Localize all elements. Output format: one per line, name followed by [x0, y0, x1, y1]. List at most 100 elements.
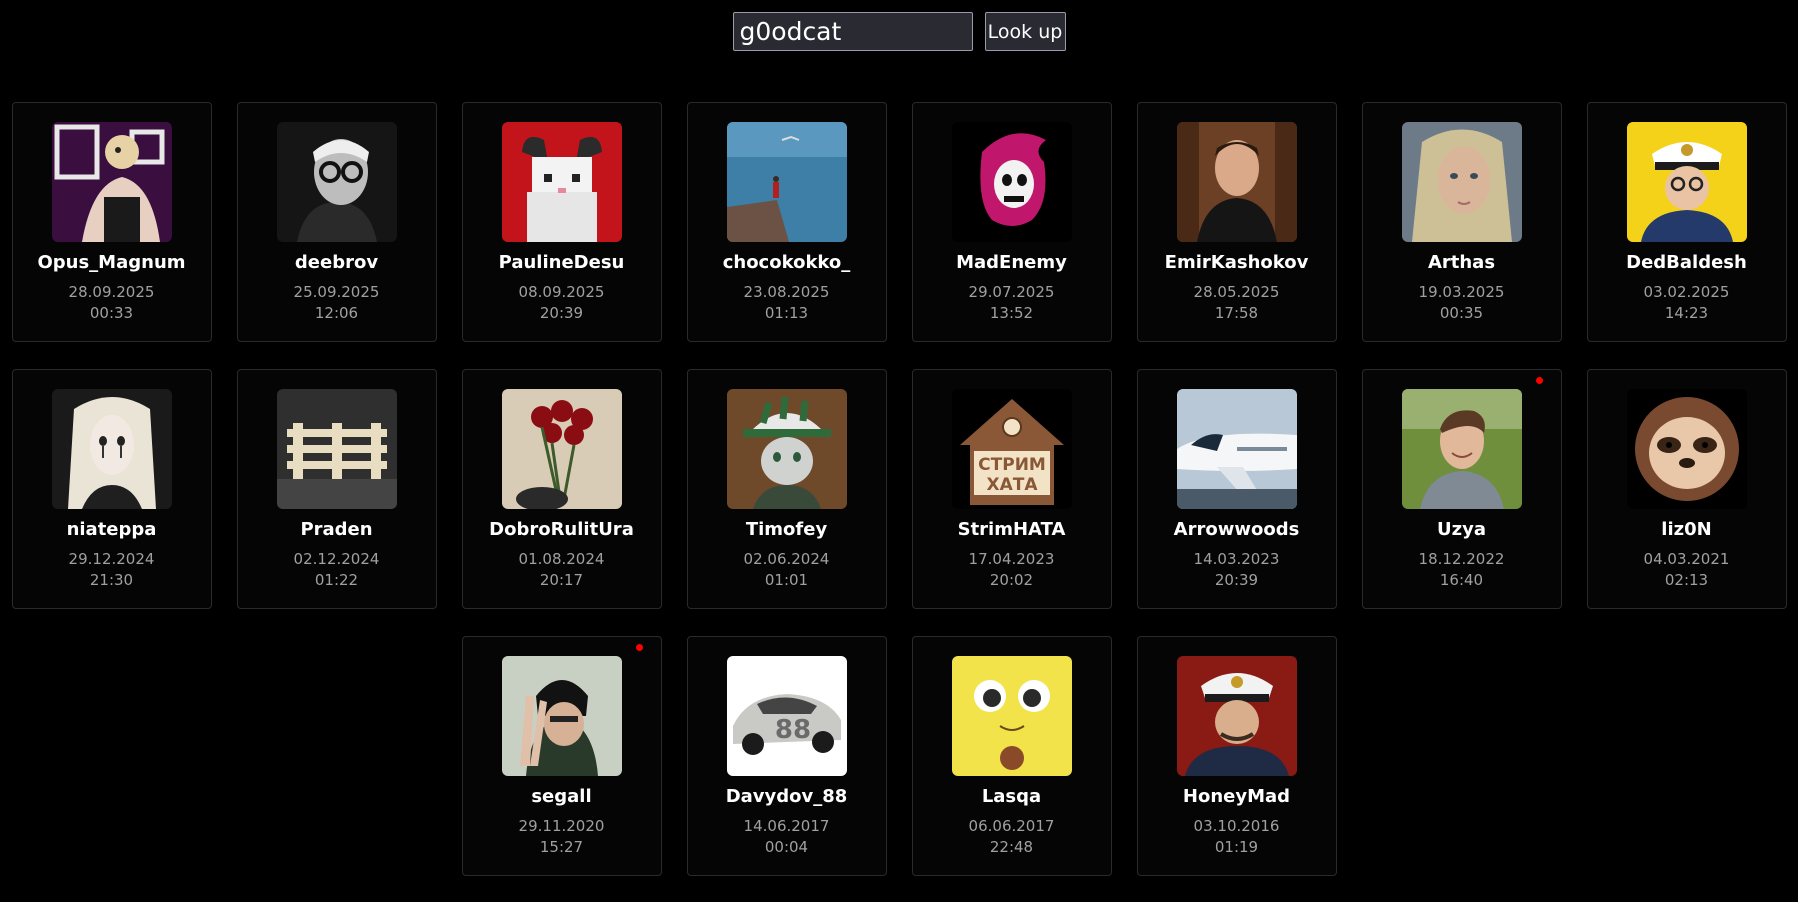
channel-card[interactable]: Arthas 19.03.2025 00:35	[1361, 102, 1562, 342]
channel-username: segall	[531, 786, 592, 807]
channel-time: 22:48	[989, 838, 1034, 856]
channel-time: 16:40	[1439, 571, 1484, 589]
channel-card[interactable]: DedBaldesh 03.02.2025 14:23	[1586, 102, 1787, 342]
pink-skull-avatar	[951, 122, 1072, 242]
channel-date: 03.02.2025	[1643, 283, 1730, 301]
pixel-sloth-avatar	[1626, 389, 1747, 509]
channel-card[interactable]: СТРИМ ХАТА StrimHATA 17.04.2023 20:02	[911, 369, 1112, 609]
channel-date: 28.05.2025	[1193, 283, 1280, 301]
anime-character-avatar	[51, 122, 172, 242]
channel-date: 28.09.2025	[68, 283, 155, 301]
peace-sign-man-avatar	[501, 656, 622, 776]
sea-cliff-avatar	[726, 122, 847, 242]
channel-username: DedBaldesh	[1626, 252, 1747, 273]
channel-username: StrimHATA	[957, 519, 1066, 540]
channel-date: 17.04.2023	[968, 550, 1055, 568]
red-roses-avatar	[501, 389, 622, 509]
channel-time: 00:35	[1439, 304, 1484, 322]
channel-date: 19.03.2025	[1418, 283, 1505, 301]
search-input[interactable]	[732, 12, 973, 51]
bw-portrait-glasses-avatar	[276, 122, 397, 242]
channel-time: 01:22	[314, 571, 359, 589]
channel-date: 08.09.2025	[518, 283, 605, 301]
channel-grid: Opus_Magnum 28.09.2025 00:33 deebrov 25.09.2…	[0, 102, 1798, 876]
svg-text:ХАТА: ХАТА	[986, 475, 1038, 495]
channel-card[interactable]: Uzya 18.12.2022 16:40	[1361, 369, 1562, 609]
channel-username: niateppa	[66, 519, 157, 540]
channel-username: Davydov_88	[725, 786, 848, 807]
smiling-man-avatar	[1401, 389, 1522, 509]
channel-time: 01:19	[1214, 838, 1259, 856]
channel-time: 21:30	[89, 571, 134, 589]
channel-username: EmirKashokov	[1164, 252, 1309, 273]
channel-card[interactable]: HoneyMad 03.10.2016 01:19	[1136, 636, 1337, 876]
pale-girl-avatar	[51, 389, 172, 509]
channel-card[interactable]: Timofey 02.06.2024 01:01	[686, 369, 887, 609]
channel-time: 00:33	[89, 304, 134, 322]
channel-card[interactable]: MadEnemy 29.07.2025 13:52	[911, 102, 1112, 342]
channel-card[interactable]: DobroRulitUra 01.08.2024 20:17	[461, 369, 662, 609]
channel-username: MadEnemy	[956, 252, 1067, 273]
channel-time: 13:52	[989, 304, 1034, 322]
channel-card[interactable]: segall 29.11.2020 15:27	[461, 636, 662, 876]
channel-username: Arrowwoods	[1173, 519, 1300, 540]
channel-time: 20:39	[1214, 571, 1259, 589]
channel-date: 04.03.2021	[1643, 550, 1730, 568]
channel-time: 20:39	[539, 304, 584, 322]
channel-card[interactable]: chocokokko_ 23.08.2025 01:13	[686, 102, 887, 342]
channel-date: 14.03.2023	[1193, 550, 1280, 568]
channel-username: liz0N	[1661, 519, 1712, 540]
channel-username: Timofey	[745, 519, 828, 540]
channel-username: Praden	[300, 519, 373, 540]
channel-time: 15:27	[539, 838, 584, 856]
channel-date: 14.06.2017	[743, 817, 830, 835]
channel-date: 29.07.2025	[968, 283, 1055, 301]
channel-card[interactable]: Opus_Magnum 28.09.2025 00:33	[11, 102, 212, 342]
channel-username: HoneyMad	[1182, 786, 1291, 807]
channel-date: 29.11.2020	[518, 817, 605, 835]
channel-card[interactable]: deebrov 25.09.2025 12:06	[236, 102, 437, 342]
captain-red-avatar	[1176, 656, 1297, 776]
house-logo-avatar: СТРИМ ХАТА	[951, 389, 1072, 509]
channel-date: 23.08.2025	[743, 283, 830, 301]
channel-date: 02.06.2024	[743, 550, 830, 568]
channel-username: Opus_Magnum	[37, 252, 186, 273]
channel-card[interactable]: liz0N 04.03.2021 02:13	[1586, 369, 1787, 609]
live-indicator-dot	[1535, 377, 1543, 384]
race-car-avatar: 88	[726, 656, 847, 776]
svg-text:СТРИМ: СТРИМ	[978, 455, 1046, 475]
captain-yellow-avatar	[1626, 122, 1747, 242]
look-up-button[interactable]: Look up	[984, 12, 1066, 51]
wooden-pallet-avatar	[276, 389, 397, 509]
svg-text:88: 88	[774, 715, 810, 745]
live-indicator-dot	[635, 644, 643, 651]
channel-time: 20:17	[539, 571, 584, 589]
channel-card[interactable]: EmirKashokov 28.05.2025 17:58	[1136, 102, 1337, 342]
pixel-cat-horns-avatar	[501, 122, 622, 242]
cat-bucket-hat-avatar	[726, 389, 847, 509]
airplane-avatar	[1176, 389, 1297, 509]
channel-time: 02:13	[1664, 571, 1709, 589]
channel-card[interactable]: niateppa 29.12.2024 21:30	[11, 369, 212, 609]
channel-time: 17:58	[1214, 304, 1259, 322]
channel-card[interactable]: Arrowwoods 14.03.2023 20:39	[1136, 369, 1337, 609]
channel-time: 01:01	[764, 571, 809, 589]
channel-date: 01.08.2024	[518, 550, 605, 568]
channel-date: 03.10.2016	[1193, 817, 1280, 835]
channel-username: Arthas	[1427, 252, 1496, 273]
channel-card[interactable]: Praden 02.12.2024 01:22	[236, 369, 437, 609]
channel-date: 25.09.2025	[293, 283, 380, 301]
channel-username: deebrov	[294, 252, 379, 273]
channel-username: chocokokko_	[722, 252, 851, 273]
channel-card[interactable]: Lasqa 06.06.2017 22:48	[911, 636, 1112, 876]
channel-username: Lasqa	[981, 786, 1042, 807]
channel-username: Uzya	[1437, 519, 1486, 540]
yellow-face-avatar	[951, 656, 1072, 776]
channel-card[interactable]: 88 Davydov_88 14.06.2017 00:04	[686, 636, 887, 876]
blonde-woman-avatar	[1401, 122, 1522, 242]
channel-username: DobroRulitUra	[489, 519, 634, 540]
channel-card[interactable]: PaulineDesu 08.09.2025 20:39	[461, 102, 662, 342]
channel-time: 01:13	[764, 304, 809, 322]
channel-time: 12:06	[314, 304, 359, 322]
man-portrait-avatar	[1176, 122, 1297, 242]
